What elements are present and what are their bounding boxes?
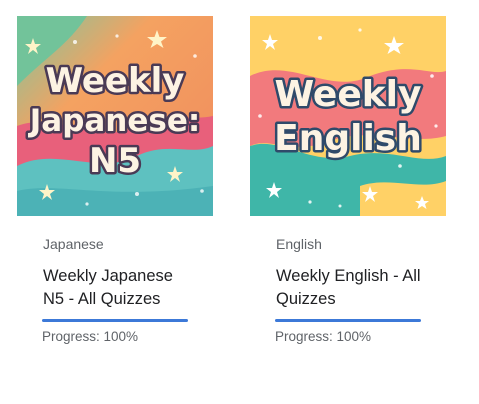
- thumbnail-title-line: N5: [89, 141, 141, 181]
- thumbnail-title-line: Weekly: [46, 61, 185, 101]
- thumbnail-title-line: English: [274, 118, 422, 159]
- thumbnail-title-line: Weekly: [274, 74, 421, 115]
- progress-label: Progress: 100%: [42, 329, 139, 344]
- course-category: English: [276, 236, 322, 252]
- course-card-english[interactable]: Weekly English English Weekly English - …: [250, 16, 446, 344]
- thumbnail-title-line: Japanese:: [28, 103, 201, 139]
- progress-label: Progress: 100%: [275, 329, 372, 344]
- progress-bar: [42, 319, 188, 322]
- course-title-link[interactable]: Weekly English - All Quizzes: [276, 265, 426, 310]
- course-category: Japanese: [43, 236, 104, 252]
- course-thumbnail[interactable]: Weekly English: [250, 16, 446, 216]
- progress-bar: [275, 319, 421, 322]
- course-thumbnail[interactable]: Weekly Japanese: N5: [17, 16, 213, 216]
- course-card-japanese[interactable]: Weekly Japanese: N5 Japanese Weekly Japa…: [17, 16, 213, 344]
- course-title-link[interactable]: Weekly Japanese N5 - All Quizzes: [43, 265, 193, 310]
